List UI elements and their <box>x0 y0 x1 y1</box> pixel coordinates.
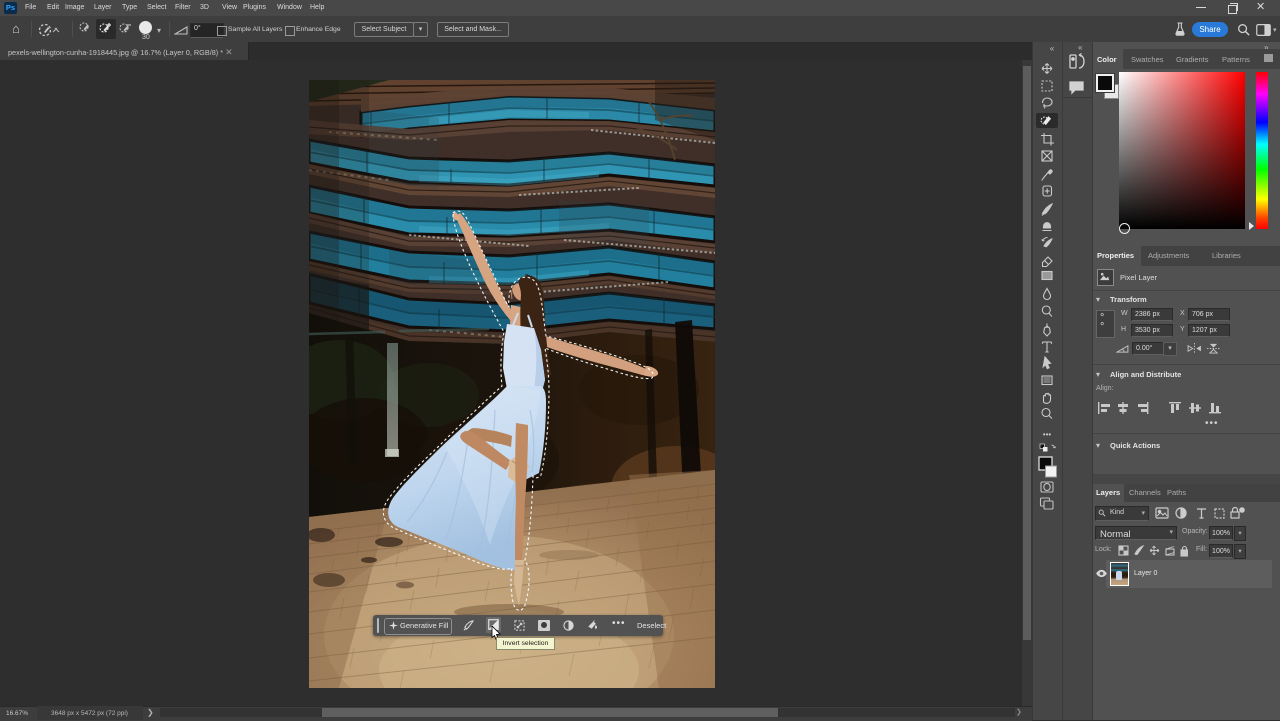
svg-text:«: « <box>1050 44 1055 53</box>
svg-text:•••: ••• <box>1043 430 1052 439</box>
